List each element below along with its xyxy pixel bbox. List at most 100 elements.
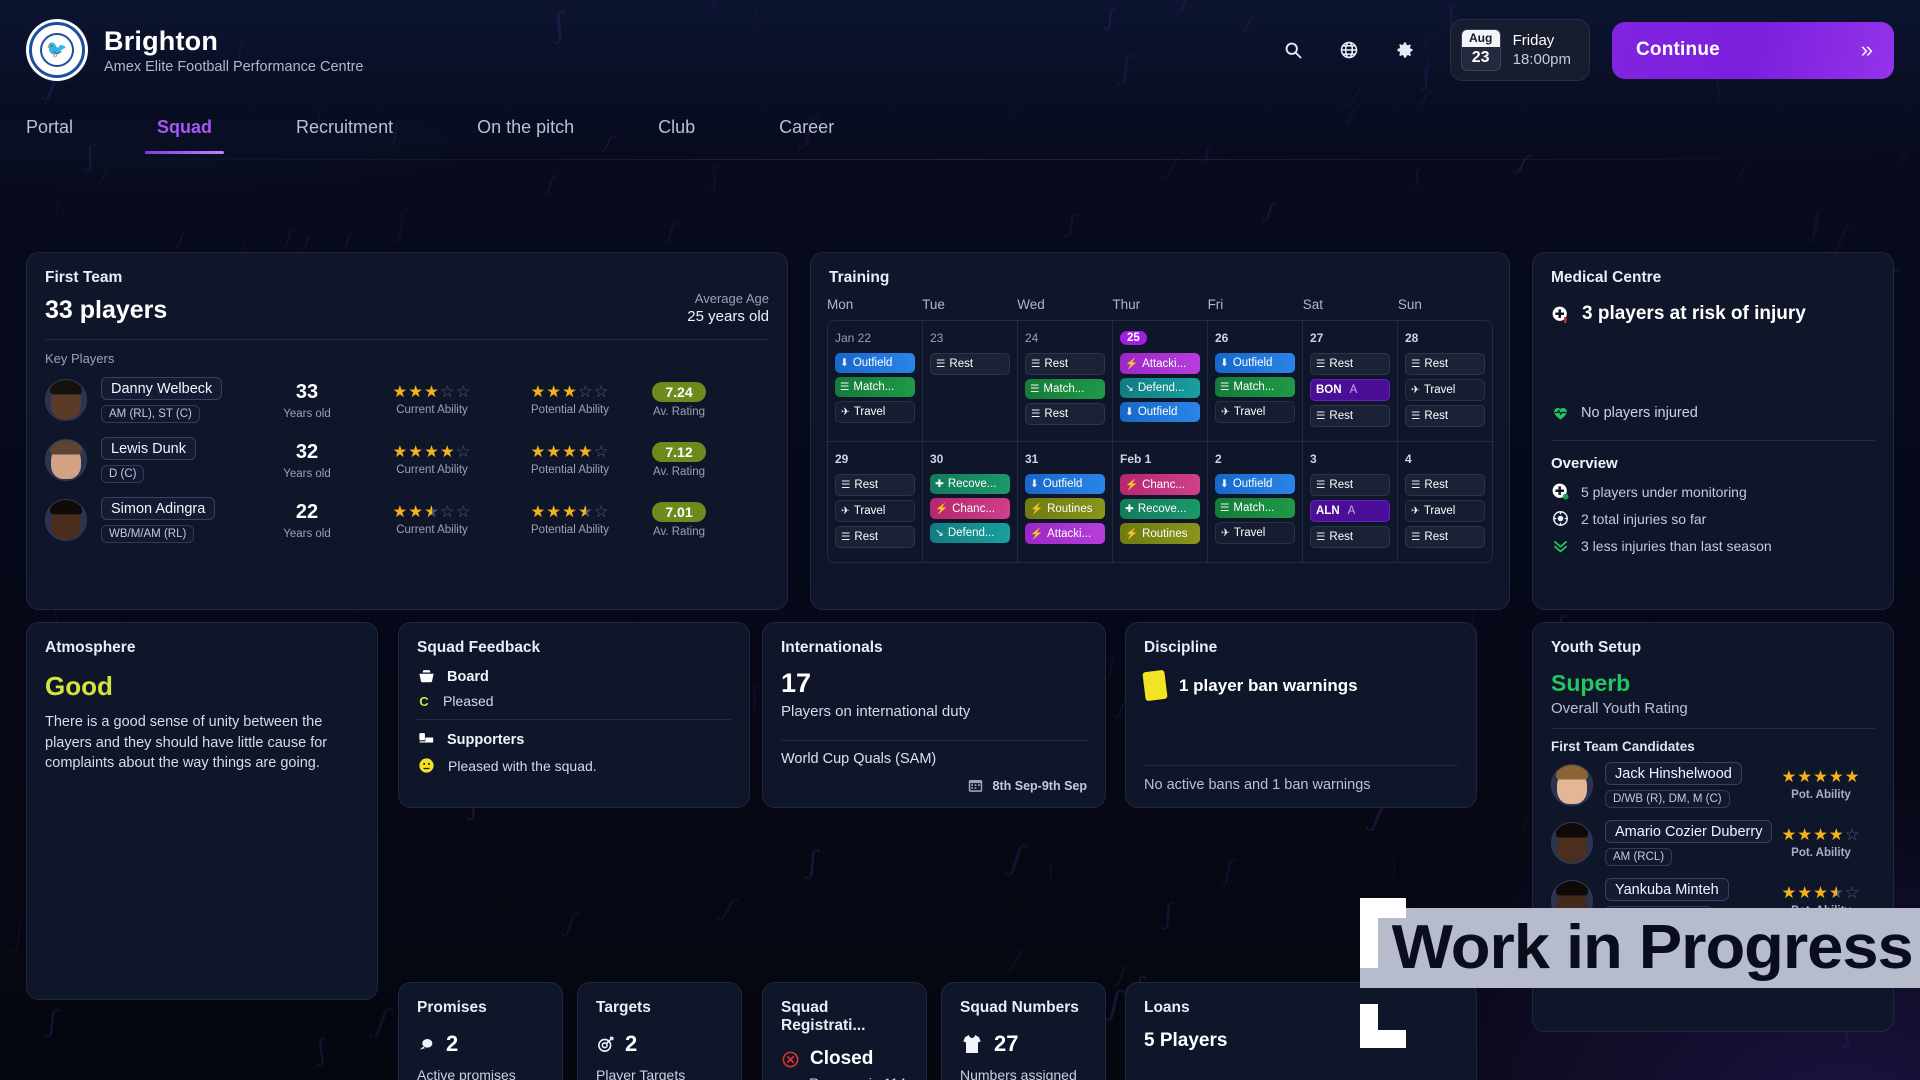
training-session-chip[interactable]: ⚡ Chanc... xyxy=(1120,474,1200,495)
current-ability-label: Current Ability xyxy=(396,464,468,477)
player-positions: D (C) xyxy=(101,465,145,483)
training-session-chip[interactable]: ☰ Rest xyxy=(930,353,1010,375)
training-session-chip[interactable]: ⬇ Outfield xyxy=(1025,474,1105,494)
training-session-chip[interactable]: ⚡ Chanc... xyxy=(930,498,1010,519)
training-date: Feb 1 xyxy=(1120,452,1152,466)
targets-card[interactable]: Targets 2 Player Targets xyxy=(577,982,742,1080)
squad-numbers-card[interactable]: Squad Numbers 27 Numbers assigned Unassi… xyxy=(941,982,1106,1080)
training-day-cell[interactable]: Feb 1 ⚡ Chanc... ✚ Recove... ⚡ Routines xyxy=(1112,442,1207,562)
training-day-cell[interactable]: 3 ☰ Rest ALN A ☰ Rest xyxy=(1302,442,1397,562)
training-session-chip[interactable]: ☰ Rest xyxy=(1405,353,1485,375)
training-session-chip[interactable]: ⚡ Attacki... xyxy=(1120,353,1200,374)
supporters-value-row: Pleased with the squad. xyxy=(399,749,749,785)
youth-candidates-list: Jack Hinshelwood D/WB (R), DM, M (C) ★★★★★… xyxy=(1533,756,1893,930)
training-session-chip[interactable]: ☰ Match... xyxy=(835,377,915,397)
training-session-chip[interactable]: ALN A xyxy=(1310,500,1390,522)
training-session-label: Rest xyxy=(1424,531,1449,543)
training-session-chip[interactable]: ☰ Rest xyxy=(835,474,915,496)
youth-candidate-row[interactable]: Amario Cozier Duberry AM (RCL) ★★★★☆ Pot. A… xyxy=(1533,814,1893,872)
first-team-card[interactable]: First Team 33 players Average Age 25 yea… xyxy=(26,252,788,610)
training-day-cell[interactable]: 2 ⬇ Outfield ☰ Match... ✈ Travel xyxy=(1207,442,1302,562)
youth-candidate-row[interactable]: Jack Hinshelwood D/WB (R), DM, M (C) ★★★★★… xyxy=(1533,756,1893,814)
watermark-bracket xyxy=(1360,898,1406,918)
training-session-icon: ☰ xyxy=(936,358,946,370)
training-card[interactable]: Training Mon Tue Wed Thur Fri Sat Sun Jan 22 ⬇ O… xyxy=(810,252,1510,610)
training-session-chip[interactable]: ☰ Match... xyxy=(1215,377,1295,397)
training-session-chip[interactable]: ☰ Rest xyxy=(1310,353,1390,375)
training-session-chip[interactable]: ✈ Travel xyxy=(1215,522,1295,544)
nav-tab-recruitment[interactable]: Recruitment xyxy=(296,103,393,154)
training-session-chip[interactable]: ⬇ Outfield xyxy=(1120,402,1200,422)
app-header: 🐦 Brighton Amex Elite Football Performan… xyxy=(0,0,1920,100)
training-session-chip[interactable]: ⬇ Outfield xyxy=(835,353,915,373)
training-session-chip[interactable]: ☰ Rest xyxy=(1405,405,1485,427)
training-session-chip[interactable]: ☰ Match... xyxy=(1025,379,1105,399)
training-session-chip[interactable]: ☰ Rest xyxy=(1405,526,1485,548)
internationals-card[interactable]: Internationals 17 Players on internation… xyxy=(762,622,1106,808)
training-day-cell[interactable]: 26 ⬇ Outfield ☰ Match... ✈ Travel xyxy=(1207,321,1302,441)
training-session-chip[interactable]: ✚ Recove... xyxy=(930,474,1010,494)
training-session-chip[interactable]: ✈ Travel xyxy=(1215,401,1295,423)
supporters-value: Pleased with the squad. xyxy=(448,757,597,774)
discipline-card[interactable]: Discipline 1 player ban warnings No acti… xyxy=(1125,622,1477,808)
training-session-chip[interactable]: ⬇ Outfield xyxy=(1215,474,1295,494)
game-date-pill[interactable]: Aug 23 Friday 18:00pm xyxy=(1449,19,1590,81)
training-session-chip[interactable]: ↘ Defend... xyxy=(930,523,1010,543)
training-session-chip[interactable]: ✈ Travel xyxy=(1405,379,1485,401)
training-session-chip[interactable]: ☰ Rest xyxy=(1310,526,1390,548)
training-session-chip[interactable]: ⚡ Attacki... xyxy=(1025,523,1105,544)
key-player-row[interactable]: Danny Welbeck AM (RL), ST (C) 33 Years old ★… xyxy=(27,370,787,430)
training-day-cell[interactable]: 30 ✚ Recove... ⚡ Chanc... ↘ Defend... xyxy=(922,442,1017,562)
training-day-cell[interactable]: 24 ☰ Rest ☰ Match... ☰ Rest xyxy=(1017,321,1112,441)
training-day-cell[interactable]: 31 ⬇ Outfield ⚡ Routines ⚡ Attacki... xyxy=(1017,442,1112,562)
training-session-chip[interactable]: ⚡ Routines xyxy=(1025,498,1105,519)
training-session-icon: ☰ xyxy=(1030,383,1040,395)
current-ability-label: Current Ability xyxy=(396,404,468,417)
continue-button[interactable]: Continue » xyxy=(1612,21,1894,79)
training-session-chip[interactable]: ✚ Recove... xyxy=(1120,499,1200,519)
training-session-chip[interactable]: ✈ Travel xyxy=(1405,500,1485,522)
training-session-chip[interactable]: ⬇ Outfield xyxy=(1215,353,1295,373)
training-session-chip[interactable]: ↘ Defend... xyxy=(1120,378,1200,398)
training-session-chip[interactable]: ☰ Rest xyxy=(1025,353,1105,375)
search-icon[interactable] xyxy=(1276,33,1310,67)
training-day-cell[interactable]: 28 ☰ Rest ✈ Travel ☰ Rest xyxy=(1397,321,1492,441)
key-player-row[interactable]: Lewis Dunk D (C) 32 Years old ★★★★☆ Current A… xyxy=(27,430,787,490)
training-session-chip[interactable]: ☰ Rest xyxy=(1310,405,1390,427)
training-day-cell[interactable]: 4 ☰ Rest ✈ Travel ☰ Rest xyxy=(1397,442,1492,562)
training-session-chip[interactable]: ✈ Travel xyxy=(835,500,915,522)
training-session-chip[interactable]: ✈ Travel xyxy=(835,401,915,423)
nav-tab-on-the-pitch[interactable]: On the pitch xyxy=(477,103,574,154)
training-session-chip[interactable]: ☰ Rest xyxy=(1310,474,1390,496)
atmosphere-card[interactable]: Atmosphere Good There is a good sense of… xyxy=(26,622,378,1000)
training-session-chip[interactable]: BON A xyxy=(1310,379,1390,401)
training-session-icon: ☰ xyxy=(1411,479,1421,491)
training-session-chip[interactable]: ☰ Rest xyxy=(1405,474,1485,496)
promises-card[interactable]: Promises 2 Active promises xyxy=(398,982,563,1080)
training-day-cell[interactable]: 29 ☰ Rest ✈ Travel ☰ Rest xyxy=(828,442,922,562)
internationals-label: Players on international duty xyxy=(781,703,971,720)
globe-icon[interactable] xyxy=(1332,33,1366,67)
nav-tab-club[interactable]: Club xyxy=(658,103,695,154)
atmosphere-title: Atmosphere xyxy=(45,639,136,656)
training-session-chip[interactable]: ☰ Rest xyxy=(835,526,915,548)
training-session-chip[interactable]: ☰ Rest xyxy=(1025,403,1105,425)
training-day-cell[interactable]: 27 ☰ Rest BON A ☰ Rest xyxy=(1302,321,1397,441)
gear-icon[interactable] xyxy=(1388,33,1422,67)
nav-tab-portal[interactable]: Portal xyxy=(26,103,73,154)
nav-tab-squad[interactable]: Squad xyxy=(145,103,225,154)
medical-centre-card[interactable]: Medical Centre 3 players at risk of inju… xyxy=(1532,252,1894,610)
training-day-cell[interactable]: 25 ⚡ Attacki... ↘ Defend... ⬇ Outfield xyxy=(1112,321,1207,441)
nav-tab-career[interactable]: Career xyxy=(779,103,834,154)
training-day-cell[interactable]: Jan 22 ⬇ Outfield ☰ Match... ✈ Travel xyxy=(828,321,922,441)
loans-card[interactable]: Loans 5 Players xyxy=(1125,982,1477,1080)
squad-registration-card[interactable]: Squad Registrati... Closed Reopens in 11… xyxy=(762,982,927,1080)
training-day-cell[interactable]: 23 ☰ Rest xyxy=(922,321,1017,441)
header-actions: Aug 23 Friday 18:00pm Continue » xyxy=(1276,19,1894,81)
training-date: Jan 22 xyxy=(835,331,872,345)
training-session-chip[interactable]: ⚡ Routines xyxy=(1120,523,1200,544)
squad-feedback-card[interactable]: Squad Feedback Board C Pleased Supporter… xyxy=(398,622,750,808)
key-player-row[interactable]: Simon Adingra WB/M/AM (RL) 22 Years old ★★★☆… xyxy=(27,490,787,550)
training-session-label: Rest xyxy=(1044,408,1069,420)
training-session-chip[interactable]: ☰ Match... xyxy=(1215,498,1295,518)
